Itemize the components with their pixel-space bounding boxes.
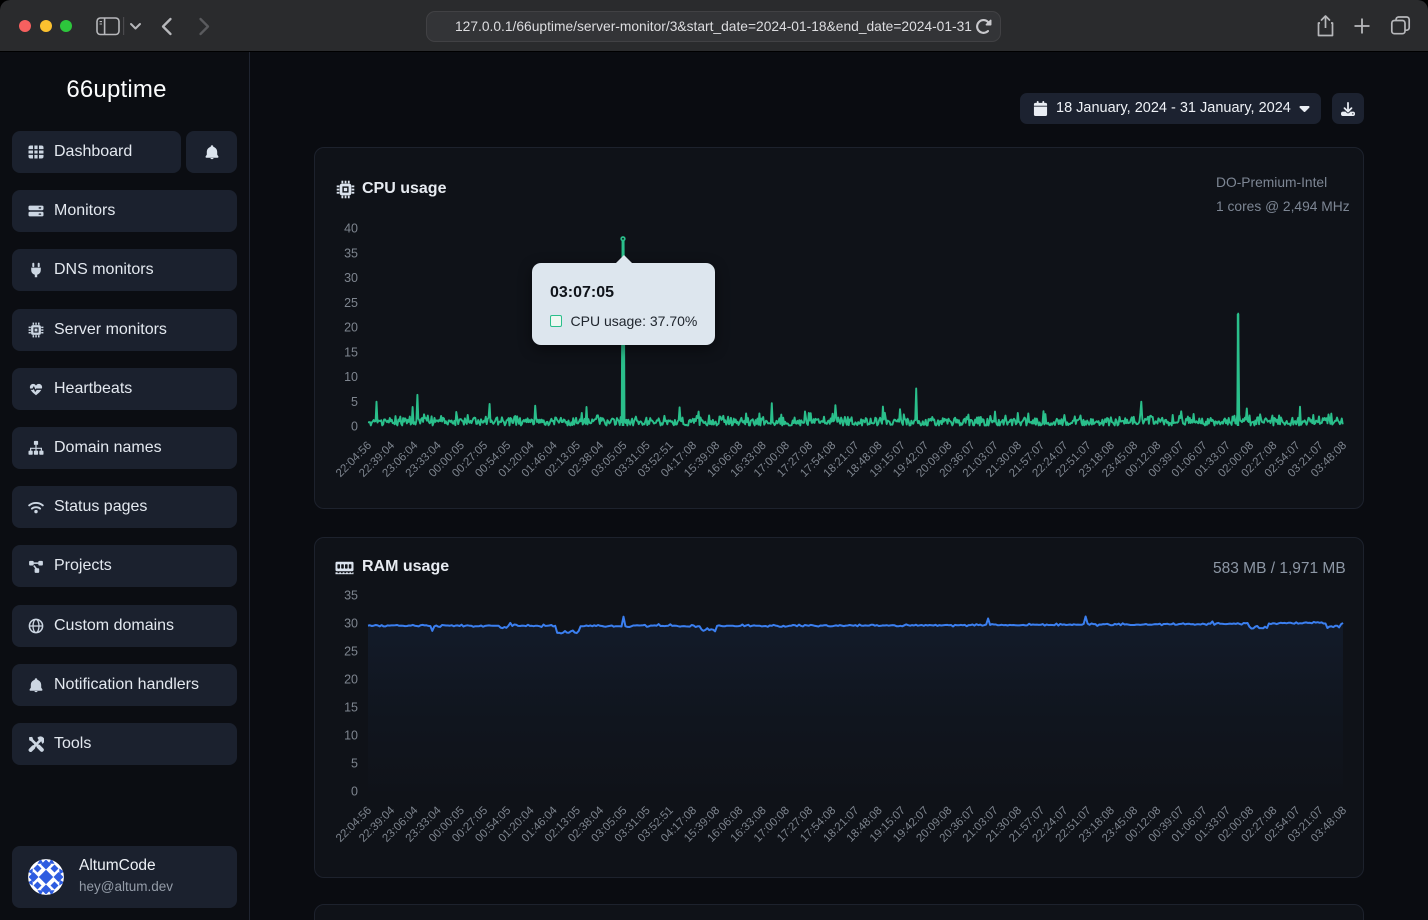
svg-text:20: 20: [344, 673, 358, 687]
svg-text:15: 15: [344, 701, 358, 715]
svg-text:35: 35: [344, 589, 358, 603]
svg-text:25: 25: [344, 645, 358, 659]
svg-text:0: 0: [351, 785, 358, 799]
svg-text:5: 5: [351, 757, 358, 771]
svg-text:30: 30: [344, 617, 358, 631]
svg-text:10: 10: [344, 729, 358, 743]
